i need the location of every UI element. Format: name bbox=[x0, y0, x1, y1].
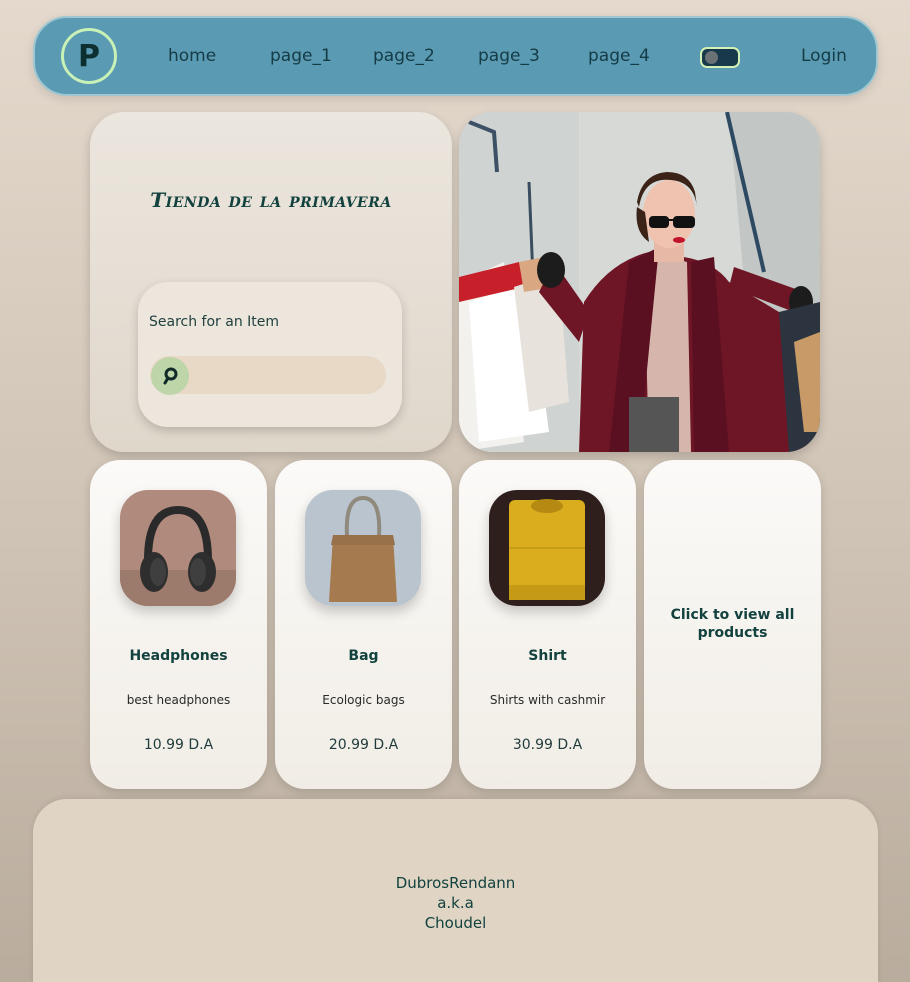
product-description: Ecologic bags bbox=[322, 693, 405, 707]
nav-link-home[interactable]: home bbox=[168, 46, 216, 66]
logo[interactable]: P bbox=[61, 28, 117, 84]
bag-photo bbox=[305, 490, 421, 606]
product-price: 30.99 D.A bbox=[512, 737, 583, 753]
navbar: P home page_1 page_2 page_3 page_4 Login bbox=[33, 16, 878, 96]
view-all-card[interactable]: Click to view all products bbox=[644, 460, 821, 789]
search-icon bbox=[163, 367, 178, 385]
nav-link-page-3[interactable]: page_3 bbox=[478, 46, 540, 66]
toggle-knob bbox=[705, 51, 718, 64]
search-button[interactable] bbox=[151, 357, 189, 395]
footer-line-2: a.k.a bbox=[437, 894, 474, 912]
product-name: Bag bbox=[348, 648, 379, 664]
theme-toggle[interactable] bbox=[700, 47, 740, 68]
store-title: Tienda de la primavera bbox=[150, 188, 392, 212]
product-name: Headphones bbox=[129, 648, 228, 664]
login-link[interactable]: Login bbox=[801, 46, 847, 66]
hero-image bbox=[459, 112, 820, 452]
product-image bbox=[489, 490, 605, 606]
hero-card: Tienda de la primavera Search for an Ite… bbox=[90, 112, 452, 452]
product-price: 10.99 D.A bbox=[143, 737, 214, 753]
product-description: best headphones bbox=[126, 693, 231, 707]
product-image bbox=[120, 490, 236, 606]
product-price: 20.99 D.A bbox=[328, 737, 399, 753]
footer: DubrosRendann a.k.a Choudel bbox=[33, 799, 878, 982]
shirt-photo bbox=[489, 490, 605, 606]
view-all-link[interactable]: Click to view all products bbox=[659, 606, 806, 642]
product-card-bag[interactable]: Bag Ecologic bags 20.99 D.A bbox=[275, 460, 452, 789]
search-label: Search for an Item bbox=[149, 314, 280, 330]
headphones-photo bbox=[120, 490, 236, 606]
search-box: Search for an Item bbox=[138, 282, 402, 427]
product-name: Shirt bbox=[528, 648, 567, 664]
nav-link-page-1[interactable]: page_1 bbox=[270, 46, 332, 66]
nav-link-page-2[interactable]: page_2 bbox=[373, 46, 435, 66]
nav-link-page-4[interactable]: page_4 bbox=[588, 46, 650, 66]
footer-line-3: Choudel bbox=[424, 914, 487, 932]
footer-line-1: DubrosRendann bbox=[395, 874, 516, 892]
footer-credit: DubrosRendann a.k.a Choudel bbox=[33, 873, 878, 933]
product-card-headphones[interactable]: Headphones best headphones 10.99 D.A bbox=[90, 460, 267, 789]
product-description: Shirts with cashmir bbox=[489, 693, 606, 707]
product-image bbox=[305, 490, 421, 606]
woman-shopping-photo bbox=[459, 112, 820, 452]
product-card-shirt[interactable]: Shirt Shirts with cashmir 30.99 D.A bbox=[459, 460, 636, 789]
